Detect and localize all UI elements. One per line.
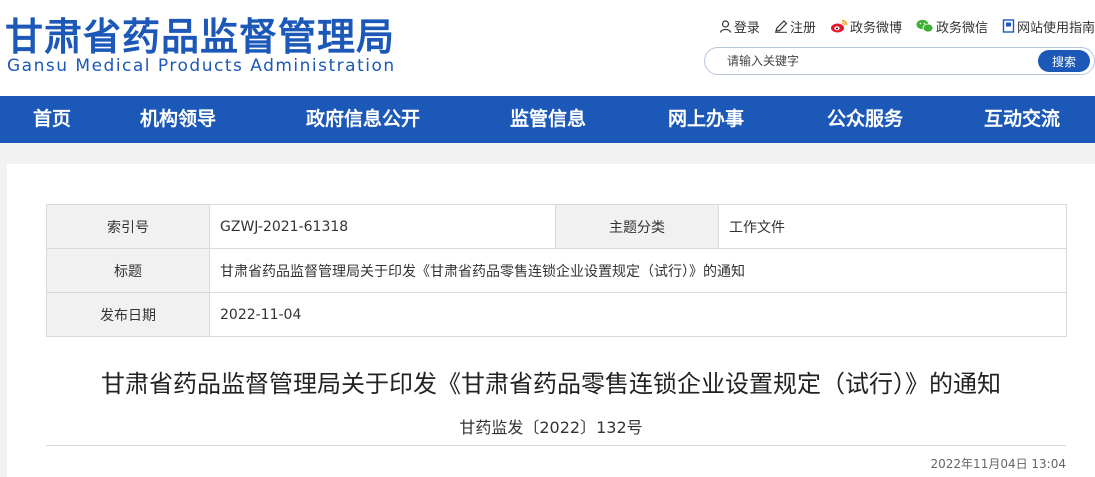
login-link[interactable]: 登录 xyxy=(719,17,760,36)
publish-date-label: 发布日期 xyxy=(46,292,210,337)
wechat-label: 政务微信 xyxy=(935,20,988,36)
table-row: 索引号 GZWJ-2021-61318 主题分类 工作文件 xyxy=(46,204,1067,249)
topic-category-value: 工作文件 xyxy=(718,204,1067,249)
search-input[interactable] xyxy=(727,51,1027,71)
top-links: 登录 注册 政务微博 政务微信 网站使用指南 xyxy=(705,16,1095,36)
article-content: 索引号 GZWJ-2021-61318 主题分类 工作文件 标题 甘肃省药品监督… xyxy=(7,164,1095,477)
register-label: 注册 xyxy=(789,20,816,36)
nav-item-online-services[interactable]: 网上办事 xyxy=(668,96,744,143)
guide-icon xyxy=(1002,19,1015,33)
nav-item-supervision[interactable]: 监管信息 xyxy=(510,96,586,143)
nav-item-public-services[interactable]: 公众服务 xyxy=(827,96,903,143)
index-number-value: GZWJ-2021-61318 xyxy=(209,204,556,249)
site-guide-link[interactable]: 网站使用指南 xyxy=(1002,17,1095,36)
wechat-icon xyxy=(916,19,934,33)
weibo-link[interactable]: 政务微博 xyxy=(830,17,902,36)
article-title: 甘肃省药品监督管理局关于印发《甘肃省药品零售连锁企业设置规定（试行）》的通知 xyxy=(101,370,1001,398)
document-number: 甘药监发〔2022〕132号 xyxy=(459,418,643,437)
site-logo-title[interactable]: 甘肃省药品监督管理局 xyxy=(5,6,395,61)
publish-date-value: 2022-11-04 xyxy=(209,292,1067,337)
table-row: 标题 甘肃省药品监督管理局关于印发《甘肃省药品零售连锁企业设置规定（试行）》的通… xyxy=(46,248,1067,293)
publish-timestamp: 2022年11月04日 13:04 xyxy=(930,457,1066,471)
wechat-link[interactable]: 政务微信 xyxy=(916,17,988,36)
nav-item-gov-info[interactable]: 政府信息公开 xyxy=(306,96,420,143)
nav-item-interaction[interactable]: 互动交流 xyxy=(984,96,1060,143)
site-logo-subtitle: Gansu Medical Products Administration xyxy=(7,56,396,76)
main-nav: 首页 机构领导 政府信息公开 监管信息 网上办事 公众服务 互动交流 xyxy=(0,96,1095,143)
table-row: 发布日期 2022-11-04 xyxy=(46,292,1067,337)
index-number-label: 索引号 xyxy=(46,204,210,249)
register-link[interactable]: 注册 xyxy=(774,17,816,36)
pencil-icon xyxy=(774,19,788,33)
weibo-label: 政务微博 xyxy=(849,20,902,36)
search-box: 搜索 xyxy=(704,47,1095,75)
title-label: 标题 xyxy=(46,248,210,293)
site-header: 甘肃省药品监督管理局 Gansu Medical Products Admini… xyxy=(0,0,1095,96)
divider xyxy=(46,445,1066,446)
title-value: 甘肃省药品监督管理局关于印发《甘肃省药品零售连锁企业设置规定（试行）》的通知 xyxy=(209,248,1067,293)
login-label: 登录 xyxy=(733,20,760,36)
weibo-icon xyxy=(830,19,848,33)
document-meta-table: 索引号 GZWJ-2021-61318 主题分类 工作文件 标题 甘肃省药品监督… xyxy=(46,204,1067,337)
nav-item-leadership[interactable]: 机构领导 xyxy=(140,96,216,143)
search-button[interactable]: 搜索 xyxy=(1038,50,1090,72)
site-guide-label: 网站使用指南 xyxy=(1016,20,1095,36)
user-icon xyxy=(719,19,732,33)
topic-category-label: 主题分类 xyxy=(555,204,719,249)
nav-item-home[interactable]: 首页 xyxy=(33,96,71,143)
